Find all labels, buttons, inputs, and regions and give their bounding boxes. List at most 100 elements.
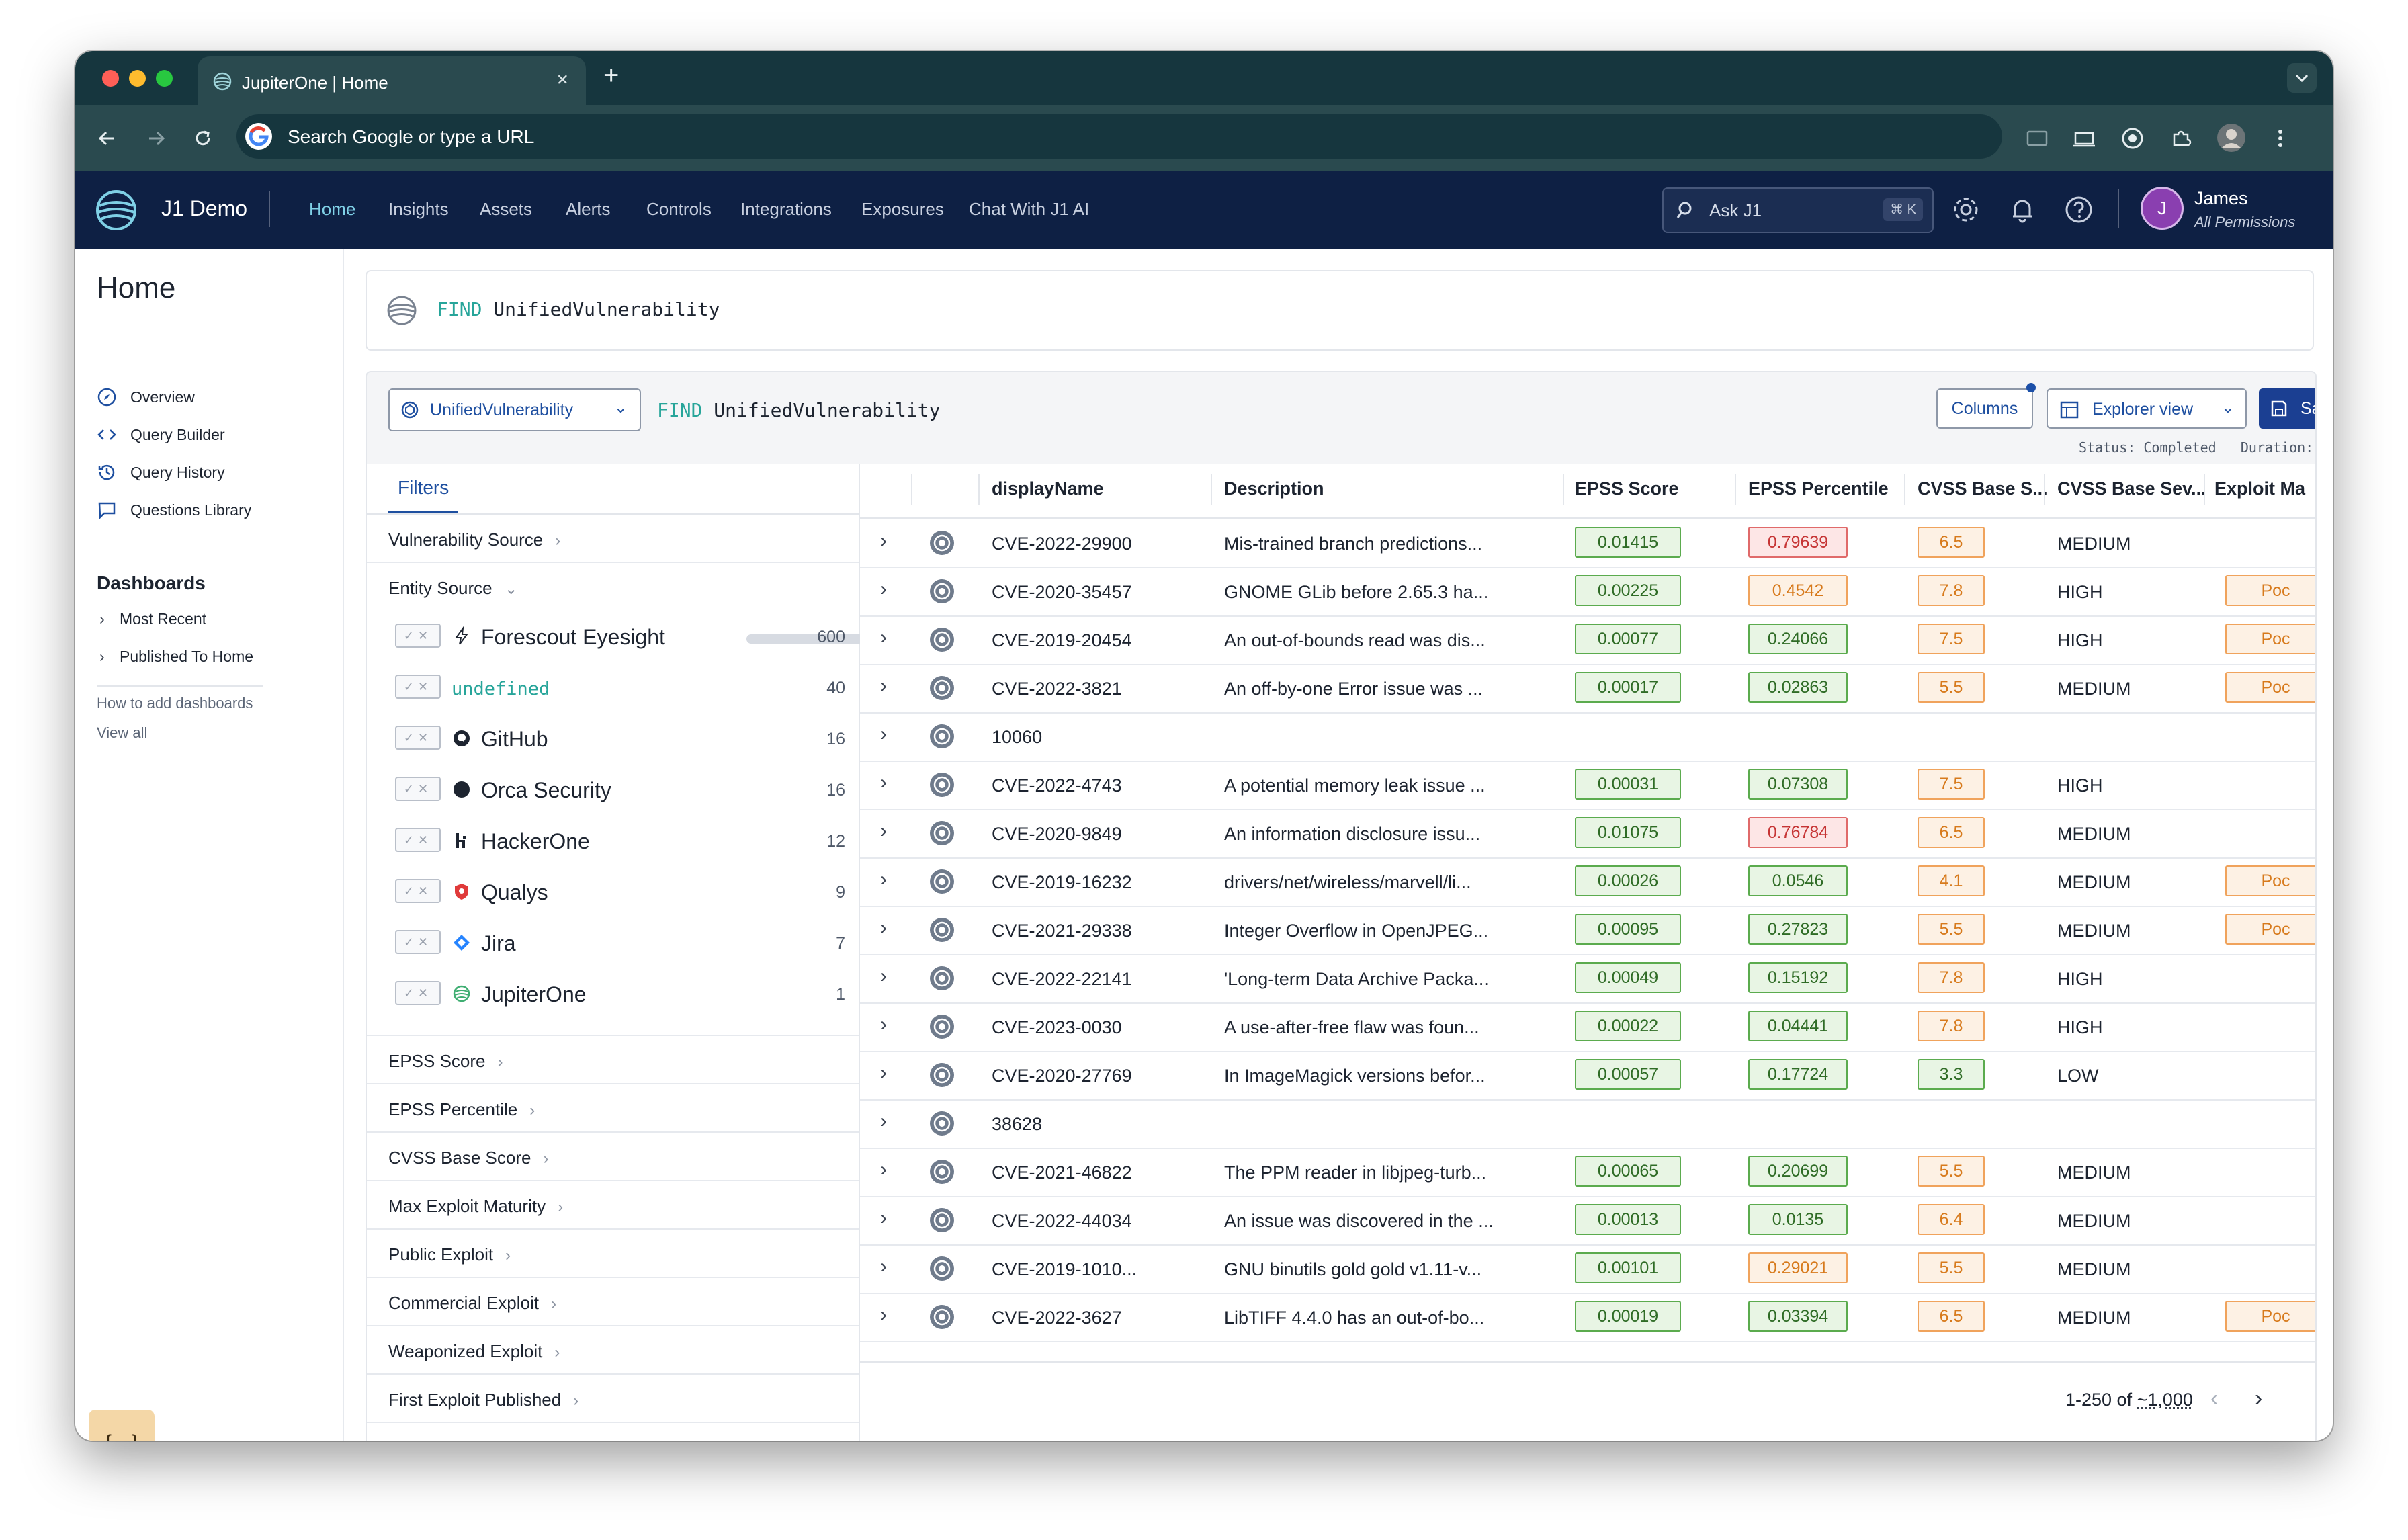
browser-tab-active[interactable]: JupiterOne | Home × [198, 56, 586, 105]
nav-exposures[interactable]: Exposures [861, 199, 944, 220]
maximize-window-button[interactable] [156, 70, 173, 87]
table-row[interactable]: › CVE-2020-27769 In ImageMagick versions b… [860, 1051, 2315, 1101]
code-assistant-button[interactable]: {···} [89, 1410, 155, 1441]
table-row[interactable]: › 10060 [860, 712, 2315, 762]
user-name[interactable]: James [2194, 188, 2248, 209]
expand-row-icon[interactable]: › [880, 675, 887, 697]
filter-group-entity-source[interactable]: Entity Source ⌄ [367, 563, 859, 610]
column-header-cvss-base-score[interactable]: CVSS Base S... [1918, 478, 2048, 499]
nav-chat-with-j1-ai[interactable]: Chat With J1 AI [969, 199, 1089, 220]
expand-row-icon[interactable]: › [880, 1062, 887, 1084]
table-row[interactable]: › CVE-2020-35457 GNOME GLib before 2.65.3 … [860, 567, 2315, 617]
table-row[interactable]: › CVE-2021-29338 Integer Overflow in OpenJ… [860, 906, 2315, 955]
next-page-icon[interactable]: › [2255, 1385, 2262, 1412]
pagination-total[interactable]: ~1,000 [2137, 1389, 2193, 1410]
extension-badge-icon[interactable] [2119, 125, 2146, 152]
forward-arrow-icon[interactable] [142, 125, 169, 152]
cell-display-name[interactable]: CVE-2022-4743 [992, 775, 1122, 796]
table-row[interactable]: › CVE-2023-0030 A use-after-free flaw was … [860, 1002, 2315, 1052]
cell-display-name[interactable]: CVE-2019-1010... [992, 1259, 1137, 1280]
address-bar[interactable]: Search Google or type a URL [236, 114, 2002, 159]
entity-class-select[interactable]: UnifiedVulnerability ⌄ [388, 388, 641, 431]
table-row[interactable]: › CVE-2020-9849 An information disclosure … [860, 809, 2315, 859]
expand-row-icon[interactable]: › [880, 626, 887, 649]
cell-display-name[interactable]: CVE-2021-29338 [992, 921, 1132, 941]
screen-icon[interactable] [2071, 125, 2098, 152]
nav-controls[interactable]: Controls [646, 199, 712, 220]
filter-option-jira[interactable]: ✓✕ Jira 7 [367, 916, 859, 968]
filter-option-forescout-eyesight[interactable]: ✓✕ Forescout Eyesight 600 [367, 610, 900, 661]
expand-row-icon[interactable]: › [880, 868, 887, 891]
filter-option-qualys[interactable]: ✓✕ Qualys 9 [367, 865, 859, 916]
column-header-exploit-maturity[interactable]: Exploit Ma [2214, 478, 2305, 499]
table-row[interactable]: › CVE-2019-20454 An out-of-bounds read was… [860, 615, 2315, 665]
expand-row-icon[interactable]: › [880, 529, 887, 552]
filter-group-epss-percentile[interactable]: EPSS Percentile › [367, 1084, 859, 1133]
cell-display-name[interactable]: 38628 [992, 1114, 1042, 1135]
cell-display-name[interactable]: CVE-2021-46822 [992, 1162, 1132, 1183]
gear-icon[interactable] [1950, 194, 1982, 226]
view-mode-select[interactable]: Explorer view ⌄ [2047, 388, 2247, 429]
tab-filters[interactable]: Filters [388, 477, 458, 513]
table-row[interactable]: › CVE-2019-1010... GNU binutils gold gold … [860, 1244, 2315, 1294]
expand-row-icon[interactable]: › [880, 1207, 887, 1230]
filter-group-public-exploit[interactable]: Public Exploit › [367, 1230, 859, 1278]
expand-row-icon[interactable]: › [880, 1255, 887, 1278]
table-row[interactable]: › CVE-2022-44034 An issue was discovered i… [860, 1196, 2315, 1246]
expand-row-icon[interactable]: › [880, 723, 887, 746]
table-row[interactable]: › 38628 [860, 1099, 2315, 1149]
expand-row-icon[interactable]: › [880, 916, 887, 939]
cell-display-name[interactable]: CVE-2020-9849 [992, 824, 1122, 845]
cell-display-name[interactable]: CVE-2019-16232 [992, 872, 1132, 893]
puzzle-icon[interactable] [2167, 125, 2194, 152]
filter-group-first-exploit-published[interactable]: First Exploit Published › [367, 1375, 859, 1423]
minimize-window-button[interactable] [129, 70, 146, 87]
sidebar-item-most-recent[interactable]: › Most Recent [99, 610, 206, 628]
filter-option-hackerone[interactable]: ✓✕ HackerOne 12 [367, 814, 859, 865]
sidebar-item-published-to-home[interactable]: › Published To Home [99, 648, 253, 666]
filter-option-undefined[interactable]: ✓✕ undefined 40 [367, 661, 859, 712]
help-icon[interactable] [2063, 194, 2095, 226]
expand-row-icon[interactable]: › [880, 1110, 887, 1133]
filter-toggle[interactable]: ✓✕ [395, 879, 441, 903]
expand-row-icon[interactable]: › [880, 771, 887, 794]
cell-display-name[interactable]: CVE-2020-35457 [992, 582, 1132, 603]
new-tab-icon[interactable]: + [603, 60, 619, 91]
expand-row-icon[interactable]: › [880, 1013, 887, 1036]
how-to-add-dashboards-link[interactable]: How to add dashboards [97, 695, 253, 712]
filter-toggle[interactable]: ✓✕ [395, 981, 441, 1005]
bell-icon[interactable] [2006, 194, 2038, 226]
table-row[interactable]: › CVE-2022-22141 'Long-term Data Archive P… [860, 954, 2315, 1004]
cast-icon[interactable] [2024, 125, 2051, 152]
table-row[interactable]: › CVE-2022-3627 LibTIFF 4.4.0 has an out-o… [860, 1293, 2315, 1342]
profile-avatar-icon[interactable] [2216, 122, 2247, 153]
filter-toggle[interactable]: ✓✕ [395, 930, 441, 954]
filter-option-jupiterone[interactable]: ✓✕ JupiterOne 1 [367, 968, 859, 1019]
cell-display-name[interactable]: 10060 [992, 727, 1042, 748]
org-name[interactable]: J1 Demo [161, 196, 247, 221]
tab-search-button[interactable] [2287, 63, 2317, 93]
cell-display-name[interactable]: CVE-2022-29900 [992, 533, 1132, 554]
filter-toggle[interactable]: ✓✕ [395, 624, 441, 648]
filter-group-epss-score[interactable]: EPSS Score › [367, 1036, 859, 1084]
filter-toggle[interactable]: ✓✕ [395, 726, 441, 750]
filter-toggle[interactable]: ✓✕ [395, 777, 441, 801]
filter-group-vulnerability-source[interactable]: Vulnerability Source › [367, 515, 859, 563]
cell-display-name[interactable]: CVE-2022-3627 [992, 1308, 1122, 1328]
column-header-displayname[interactable]: displayName [992, 478, 1104, 499]
column-header-epss-percentile[interactable]: EPSS Percentile [1748, 478, 1889, 499]
filter-group-max-exploit-maturity[interactable]: Max Exploit Maturity › [367, 1181, 859, 1230]
filter-group-cvss-base-score[interactable]: CVSS Base Score › [367, 1133, 859, 1181]
column-header-description[interactable]: Description [1224, 478, 1324, 499]
cell-display-name[interactable]: CVE-2020-27769 [992, 1066, 1132, 1086]
filter-toggle[interactable]: ✓✕ [395, 675, 441, 699]
nav-assets[interactable]: Assets [480, 199, 532, 220]
back-arrow-icon[interactable] [94, 125, 121, 152]
nav-alerts[interactable]: Alerts [566, 199, 610, 220]
nav-home[interactable]: Home [309, 199, 355, 220]
cell-display-name[interactable]: CVE-2022-3821 [992, 679, 1122, 699]
cell-display-name[interactable]: CVE-2019-20454 [992, 630, 1132, 651]
expand-row-icon[interactable]: › [880, 965, 887, 988]
nav-integrations[interactable]: Integrations [740, 199, 832, 220]
close-window-button[interactable] [102, 70, 119, 87]
